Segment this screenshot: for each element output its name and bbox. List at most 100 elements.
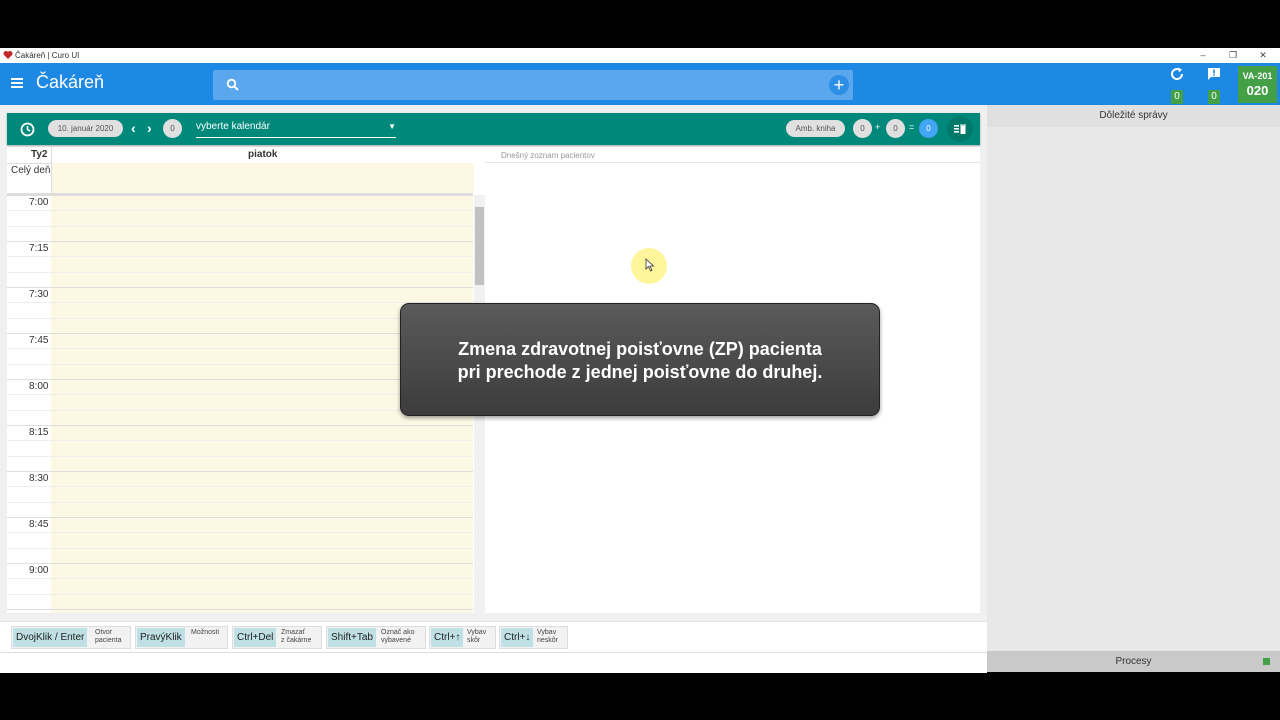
heart-logo-icon bbox=[3, 51, 13, 59]
slot-line bbox=[7, 256, 473, 257]
slot-line bbox=[7, 440, 473, 441]
slot-line bbox=[7, 425, 473, 426]
slot-line bbox=[7, 548, 473, 549]
time-label: 9:00 bbox=[29, 565, 49, 576]
process-status-indicator bbox=[1263, 658, 1270, 665]
caption-line-2: pri prechode z jednej poisťovne do druhe… bbox=[457, 362, 823, 382]
clear-waiting-room-button[interactable] bbox=[947, 116, 973, 142]
week-label: Ty2 bbox=[31, 149, 48, 160]
window-title: Čakáreň | Curo UI bbox=[15, 51, 80, 60]
processes-label: Procesy bbox=[1115, 656, 1152, 667]
prev-day-button[interactable]: ‹ bbox=[131, 120, 136, 136]
hamburger-menu-icon[interactable] bbox=[11, 78, 23, 88]
shortcut-mark-done: Shift+Tab Označ ako vybavené bbox=[326, 626, 426, 649]
all-day-row[interactable]: Celý deň bbox=[7, 163, 474, 195]
status-bar bbox=[0, 652, 987, 673]
slot-line bbox=[7, 287, 473, 288]
mouse-pointer-icon bbox=[645, 258, 655, 272]
minimize-button[interactable]: – bbox=[1196, 49, 1210, 61]
all-day-cell[interactable] bbox=[51, 163, 474, 193]
page-title: Čakáreň bbox=[36, 72, 105, 92]
calendar-select[interactable]: vyberte kalendár ▼ bbox=[196, 121, 396, 138]
cursor-highlight bbox=[631, 248, 667, 284]
calendar-toolbar: 10. január 2020 ‹ › 0 vyberte kalendár ▼… bbox=[7, 113, 980, 145]
search-icon bbox=[226, 78, 239, 91]
shortcut-open-patient: DvojKlik / Enter Otvor pacienta bbox=[11, 626, 131, 649]
slot-line bbox=[7, 195, 473, 196]
slot-line bbox=[7, 578, 473, 579]
time-label: 8:15 bbox=[29, 427, 49, 438]
delete-list-icon bbox=[954, 124, 966, 134]
important-messages-panel: Dôležité správy bbox=[987, 105, 1280, 651]
shortcut-bar: DvojKlik / Enter Otvor pacienta PravýKlik… bbox=[0, 621, 987, 652]
time-column bbox=[7, 195, 52, 613]
sync-icon bbox=[1171, 67, 1184, 80]
slot-line bbox=[7, 594, 473, 595]
dropdown-arrow-icon: ▼ bbox=[388, 122, 396, 131]
room-code: VA-201 bbox=[1242, 71, 1273, 81]
processes-bar[interactable]: Procesy bbox=[987, 651, 1280, 672]
slot-line bbox=[7, 241, 473, 242]
slot-line bbox=[7, 471, 473, 472]
time-label: 7:00 bbox=[29, 197, 49, 208]
slot-line bbox=[7, 272, 473, 273]
patient-list-label: Dnešný zoznam pacientov bbox=[501, 151, 595, 160]
caption-line-1: Zmena zdravotnej poisťovne (ZP) pacienta bbox=[458, 339, 822, 359]
slot-line bbox=[7, 226, 473, 227]
shortcut-delete: Ctrl+Del Zmazať z čakárne bbox=[232, 626, 322, 649]
shortcut-desc: Možnosti bbox=[191, 629, 220, 636]
shortcut-key: Shift+Tab bbox=[328, 628, 376, 647]
room-indicator[interactable]: VA-201 020 bbox=[1238, 66, 1277, 103]
slot-line bbox=[7, 486, 473, 487]
shortcut-key: Ctrl+↓ bbox=[501, 628, 534, 647]
slot-line bbox=[7, 517, 473, 518]
message-alert-icon bbox=[1208, 68, 1220, 80]
shortcut-key: PravýKlik bbox=[137, 628, 185, 647]
tutorial-caption: Zmena zdravotnej poisťovne (ZP) pacienta… bbox=[400, 303, 880, 416]
amb-book-button[interactable]: Amb. kniha bbox=[786, 120, 845, 137]
slot-line bbox=[7, 609, 473, 610]
time-label: 8:45 bbox=[29, 519, 49, 530]
clock-icon[interactable] bbox=[20, 122, 35, 137]
all-day-label: Celý deň bbox=[11, 165, 51, 176]
slot-line bbox=[7, 532, 473, 533]
date-picker[interactable]: 10. január 2020 bbox=[48, 120, 123, 137]
next-day-button[interactable]: › bbox=[147, 120, 152, 136]
equals-sign: = bbox=[909, 122, 915, 132]
shortcut-desc: Vybav neskôr bbox=[537, 629, 559, 644]
search-input[interactable]: + bbox=[213, 70, 853, 100]
calendar-header: Ty2 piatok bbox=[7, 147, 473, 164]
shortcut-desc: Označ ako vybavené bbox=[381, 629, 415, 644]
window-title-bar: Čakáreň | Curo UI – ❐ ✕ bbox=[0, 48, 1280, 63]
shortcut-desc: Otvor pacienta bbox=[95, 629, 122, 644]
count-b: 0 bbox=[886, 119, 905, 138]
plus-sign: + bbox=[875, 122, 881, 132]
shortcut-desc: Vybav skôr bbox=[467, 629, 487, 644]
messages-count-badge: 0 bbox=[1208, 90, 1220, 104]
count-a: 0 bbox=[853, 119, 872, 138]
restore-button[interactable]: ❐ bbox=[1226, 49, 1240, 61]
room-number: 020 bbox=[1246, 83, 1269, 98]
scrollbar-thumb[interactable] bbox=[475, 207, 484, 285]
close-button[interactable]: ✕ bbox=[1256, 49, 1270, 61]
sync-status[interactable]: 0 bbox=[1166, 67, 1188, 104]
shortcut-earlier: Ctrl+↑ Vybav skôr bbox=[429, 626, 496, 649]
slot-line bbox=[7, 302, 473, 303]
shortcut-desc: Zmazať z čakárne bbox=[281, 629, 312, 644]
important-messages-title: Dôležité správy bbox=[987, 105, 1280, 127]
time-label: 7:30 bbox=[29, 289, 49, 300]
shortcut-options: PravýKlik Možnosti bbox=[135, 626, 228, 649]
slot-line bbox=[7, 502, 473, 503]
day-label: piatok bbox=[248, 149, 278, 160]
slot-line bbox=[7, 563, 473, 564]
add-patient-button[interactable]: + bbox=[829, 75, 849, 95]
shortcut-key: DvojKlik / Enter bbox=[13, 628, 88, 647]
messages-status[interactable]: 0 bbox=[1203, 67, 1225, 104]
slot-line bbox=[7, 456, 473, 457]
shortcut-key: Ctrl+Del bbox=[234, 628, 277, 647]
slot-line bbox=[7, 210, 473, 211]
time-label: 8:30 bbox=[29, 473, 49, 484]
sync-count-badge: 0 bbox=[1171, 90, 1183, 104]
calendar-select-value: vyberte kalendár bbox=[196, 121, 270, 132]
app-header: Čakáreň + 0 0 VA-201 020 bbox=[0, 63, 1280, 105]
